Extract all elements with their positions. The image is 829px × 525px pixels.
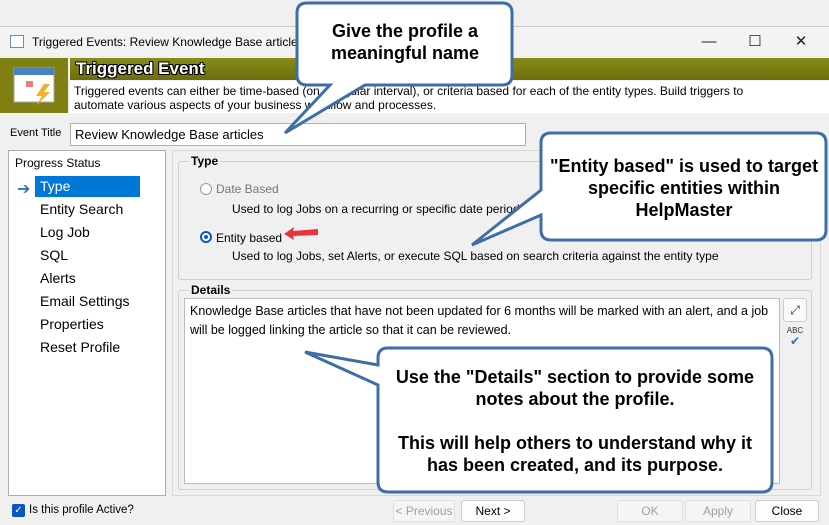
callout-details-text-1: Use the "Details" section to provide som… bbox=[395, 367, 755, 409]
callout-details-text-2: This will help others to understand why … bbox=[397, 433, 753, 475]
callout-name-text: Give the profile a meaningful name bbox=[330, 21, 480, 63]
callout-entity-text: "Entity based" is used to target specifi… bbox=[549, 156, 819, 220]
